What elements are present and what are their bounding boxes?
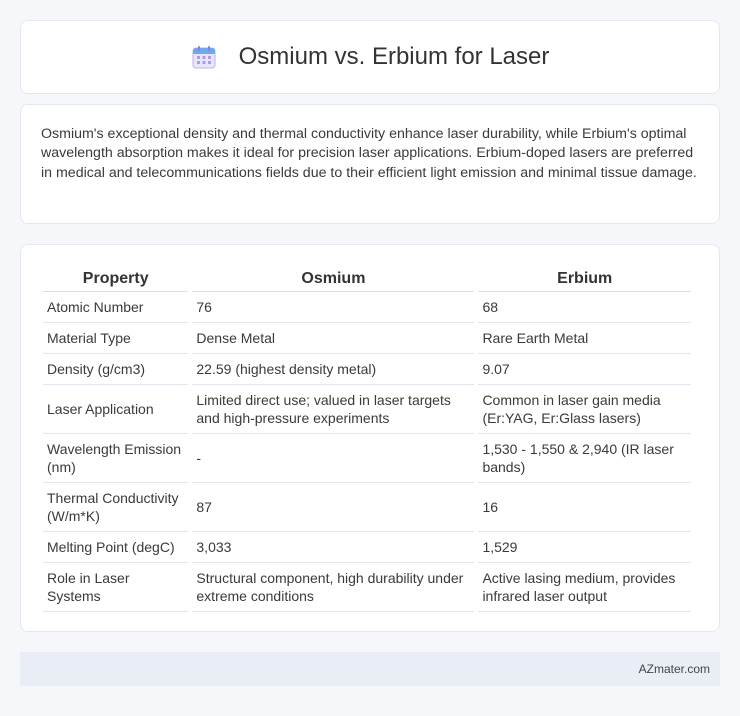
erbium-cell: Rare Earth Metal [478, 323, 691, 354]
table-row: Material Type Dense Metal Rare Earth Met… [43, 323, 691, 354]
property-cell: Role in Laser Systems [43, 563, 189, 612]
column-header-property: Property [43, 265, 189, 292]
table-row: Role in Laser Systems Structural compone… [43, 563, 691, 612]
table-row: Thermal Conductivity (W/m*K) 87 16 [43, 483, 691, 532]
osmium-cell: Limited direct use; valued in laser targ… [192, 385, 475, 434]
column-header-osmium: Osmium [192, 265, 475, 292]
erbium-cell: 1,530 - 1,550 & 2,940 (IR laser bands) [478, 434, 691, 483]
page-title: Osmium vs. Erbium for Laser [238, 43, 550, 70]
table-row: Atomic Number 76 68 [43, 292, 691, 323]
comparison-table: Property Osmium Erbium Atomic Number 76 … [39, 265, 695, 612]
erbium-cell: 16 [478, 483, 691, 532]
footer-site-label: AZmater.com [638, 662, 710, 676]
property-cell: Laser Application [43, 385, 189, 434]
calendar-icon [191, 44, 217, 70]
property-cell: Atomic Number [43, 292, 189, 323]
comparison-table-card: Property Osmium Erbium Atomic Number 76 … [20, 244, 720, 632]
header: Osmium vs. Erbium for Laser [191, 43, 550, 71]
osmium-cell: 87 [192, 483, 475, 532]
property-cell: Wavelength Emission (nm) [43, 434, 189, 483]
property-cell: Melting Point (degC) [43, 532, 189, 563]
property-cell: Thermal Conductivity (W/m*K) [43, 483, 189, 532]
osmium-cell: 76 [192, 292, 475, 323]
erbium-cell: 68 [478, 292, 691, 323]
column-header-erbium: Erbium [478, 265, 691, 292]
osmium-cell: Structural component, high durability un… [192, 563, 475, 612]
table-row: Laser Application Limited direct use; va… [43, 385, 691, 434]
property-cell: Density (g/cm3) [43, 354, 189, 385]
table-row: Wavelength Emission (nm) - 1,530 - 1,550… [43, 434, 691, 483]
header-card: Osmium vs. Erbium for Laser [20, 20, 720, 94]
osmium-cell: 3,033 [192, 532, 475, 563]
table-row: Melting Point (degC) 3,033 1,529 [43, 532, 691, 563]
osmium-cell: - [192, 434, 475, 483]
table-header-row: Property Osmium Erbium [43, 265, 691, 292]
erbium-cell: 9.07 [478, 354, 691, 385]
osmium-cell: Dense Metal [192, 323, 475, 354]
erbium-cell: Common in laser gain media (Er:YAG, Er:G… [478, 385, 691, 434]
erbium-cell: 1,529 [478, 532, 691, 563]
summary-card: Osmium's exceptional density and thermal… [20, 104, 720, 224]
osmium-cell: 22.59 (highest density metal) [192, 354, 475, 385]
table-row: Density (g/cm3) 22.59 (highest density m… [43, 354, 691, 385]
erbium-cell: Active lasing medium, provides infrared … [478, 563, 691, 612]
footer: AZmater.com [20, 652, 720, 686]
summary-text: Osmium's exceptional density and thermal… [41, 126, 697, 181]
property-cell: Material Type [43, 323, 189, 354]
